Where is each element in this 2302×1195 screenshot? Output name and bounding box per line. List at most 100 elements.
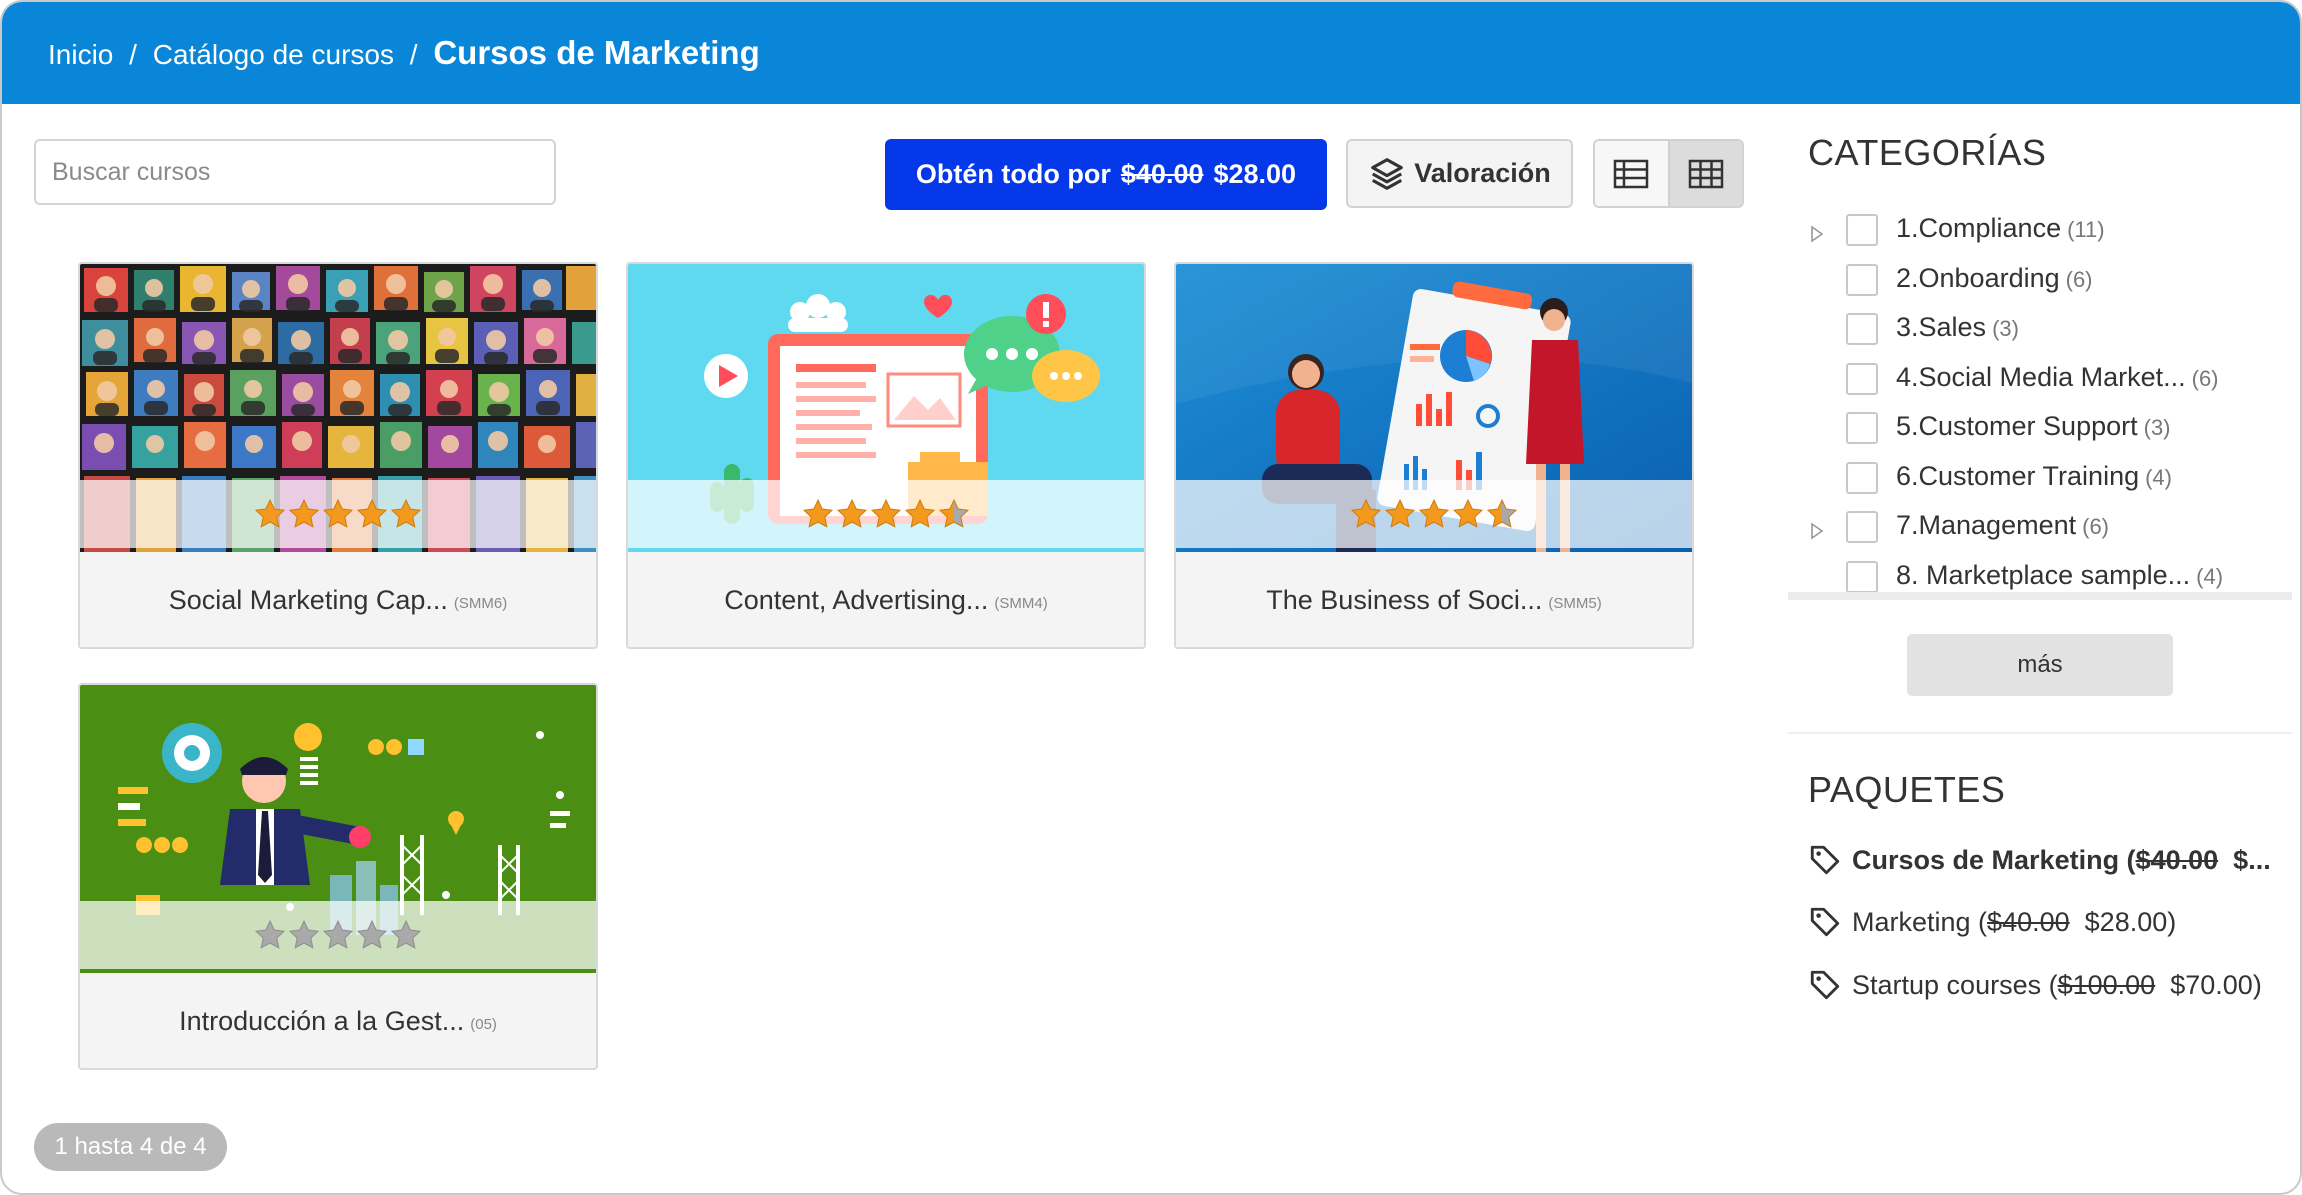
view-toggle	[1593, 139, 1744, 208]
star-icon	[322, 919, 354, 949]
course-code: (05)	[470, 1016, 497, 1033]
star-icon	[254, 498, 286, 528]
expand-arrow-icon[interactable]	[1810, 522, 1824, 540]
breadcrumb-catalog-link[interactable]: Catálogo de cursos	[153, 39, 394, 70]
package-item[interactable]: Marketing ($40.00 $28.00)	[1808, 905, 2176, 939]
buy-bundle-button[interactable]: Obtén todo por $40.00 $28.00	[885, 139, 1327, 210]
course-card[interactable]: Content, Advertising... (SMM4)	[626, 262, 1146, 649]
list-view-icon	[1614, 159, 1649, 188]
category-checkbox[interactable]	[1846, 461, 1878, 494]
star-icon	[1452, 498, 1484, 528]
star-icon	[356, 919, 388, 949]
category-checkbox[interactable]	[1846, 511, 1878, 543]
package-old-price: $40.00	[2135, 844, 2219, 875]
category-checkbox[interactable]	[1846, 214, 1878, 246]
category-count: (6)	[2065, 266, 2093, 292]
category-label: 4.Social Media Market... (6)	[1896, 362, 2219, 393]
sort-by-rating-button[interactable]: Valoración	[1346, 139, 1573, 208]
category-item[interactable]: 6.Customer Training (4)	[1810, 456, 2290, 506]
category-name: 5.Customer Support	[1896, 411, 2138, 441]
breadcrumb-home-link[interactable]: Inicio	[48, 39, 113, 70]
category-name: 6.Customer Training	[1896, 460, 2140, 491]
star-icon	[1486, 498, 1518, 528]
category-item[interactable]: 2.Onboarding (6)	[1810, 258, 2290, 308]
package-new-price: $70.00	[2170, 969, 2253, 1000]
more-categories-button[interactable]: más	[1907, 634, 2173, 696]
star-icon	[1418, 498, 1450, 528]
category-checkbox[interactable]	[1846, 412, 1878, 444]
tag-icon	[1810, 845, 1840, 875]
sort-by-rating-label: Valoración	[1414, 158, 1551, 188]
bundle-label: Obtén todo por	[915, 159, 1111, 189]
category-item[interactable]: 7.Management (6)	[1810, 505, 2290, 555]
list-view-button[interactable]	[1595, 141, 1668, 206]
category-label: 7.Management (6)	[1896, 510, 2109, 541]
star-icon	[356, 498, 388, 528]
course-title: Content, Advertising... (SMM4)	[628, 552, 1144, 647]
course-card[interactable]: The Business of Soci... (SMM5)	[1174, 262, 1694, 649]
bundle-old-price: $40.00	[1120, 159, 1204, 189]
course-code: (SMM4)	[994, 595, 1048, 612]
category-list: 1.Compliance (11) 2.Onboarding (6) 3.Sales (3…	[1810, 208, 2290, 604]
course-title: The Business of Soci... (SMM5)	[1176, 552, 1692, 647]
course-title-text: The Business of Soci...	[1266, 585, 1543, 615]
package-new-price: $...	[2233, 844, 2271, 875]
app-window: Inicio / Catálogo de cursos / Cursos de …	[0, 0, 2302, 1195]
star-icon	[1350, 498, 1382, 528]
category-count: (3)	[1992, 316, 2019, 341]
course-card[interactable]: Social Marketing Cap... (SMM6)	[78, 262, 598, 649]
package-label: Cursos de Marketing ($40.00 $...	[1852, 845, 2271, 876]
search-input[interactable]	[34, 139, 556, 205]
category-name: 7.Management	[1896, 510, 2077, 540]
grid-view-button[interactable]	[1667, 141, 1742, 206]
category-name: 3.Sales	[1896, 312, 1987, 342]
expand-arrow-icon[interactable]	[1810, 225, 1824, 243]
tag-icon	[1810, 970, 1840, 1000]
category-list-fade	[1788, 592, 2292, 600]
package-new-price: $28.00	[2084, 906, 2168, 937]
star-icon	[904, 498, 936, 528]
package-label: Marketing ($40.00 $28.00)	[1852, 907, 2176, 938]
course-code: (SMM6)	[453, 595, 508, 612]
package-suffix: )	[2252, 969, 2262, 1000]
category-name: 2.Onboarding	[1896, 262, 2060, 293]
star-rating	[80, 901, 596, 969]
category-label: 6.Customer Training (4)	[1896, 461, 2172, 492]
category-label: 1.Compliance (11)	[1896, 213, 2105, 244]
course-title-text: Social Marketing Cap...	[168, 585, 448, 615]
star-icon	[322, 498, 354, 528]
course-card[interactable]: Introducción a la Gest... (05)	[78, 683, 598, 1070]
categories-heading: CATEGORÍAS	[1808, 132, 2047, 173]
category-item[interactable]: 4.Social Media Market... (6)	[1810, 357, 2290, 407]
package-name: Cursos de Marketing (	[1852, 844, 2136, 875]
category-name: 4.Social Media Market...	[1896, 361, 2186, 392]
package-label: Startup courses ($100.00 $70.00)	[1852, 970, 2262, 1001]
package-old-price: $40.00	[1987, 906, 2070, 937]
category-count: (6)	[2191, 365, 2219, 391]
star-rating	[80, 480, 596, 548]
category-checkbox[interactable]	[1846, 263, 1878, 296]
tag-icon	[1810, 907, 1840, 937]
star-icon	[870, 498, 902, 528]
star-rating	[628, 480, 1144, 548]
category-checkbox[interactable]	[1846, 560, 1878, 593]
category-item[interactable]: 5.Customer Support (3)	[1810, 406, 2290, 456]
category-item[interactable]: 3.Sales (3)	[1810, 307, 2290, 357]
star-icon	[288, 919, 320, 949]
category-label: 3.Sales (3)	[1896, 312, 2019, 343]
course-title: Introducción a la Gest... (05)	[80, 973, 596, 1068]
category-item[interactable]: 1.Compliance (11)	[1810, 208, 2290, 258]
breadcrumb-separator: /	[129, 39, 137, 70]
category-checkbox[interactable]	[1846, 362, 1878, 395]
package-name: Marketing (	[1852, 906, 1988, 937]
package-item[interactable]: Cursos de Marketing ($40.00 $...	[1808, 843, 2271, 877]
category-count: (4)	[2196, 563, 2224, 589]
package-suffix: )	[2167, 906, 2177, 937]
category-checkbox[interactable]	[1846, 313, 1878, 345]
header-bar: Inicio / Catálogo de cursos / Cursos de …	[2, 2, 2300, 104]
pagination-info: 1 hasta 4 de 4	[34, 1123, 227, 1171]
star-icon	[1384, 498, 1416, 528]
package-item[interactable]: Startup courses ($100.00 $70.00)	[1808, 968, 2262, 1002]
breadcrumb-separator: /	[409, 39, 418, 70]
packages-heading: PAQUETES	[1808, 769, 2006, 810]
